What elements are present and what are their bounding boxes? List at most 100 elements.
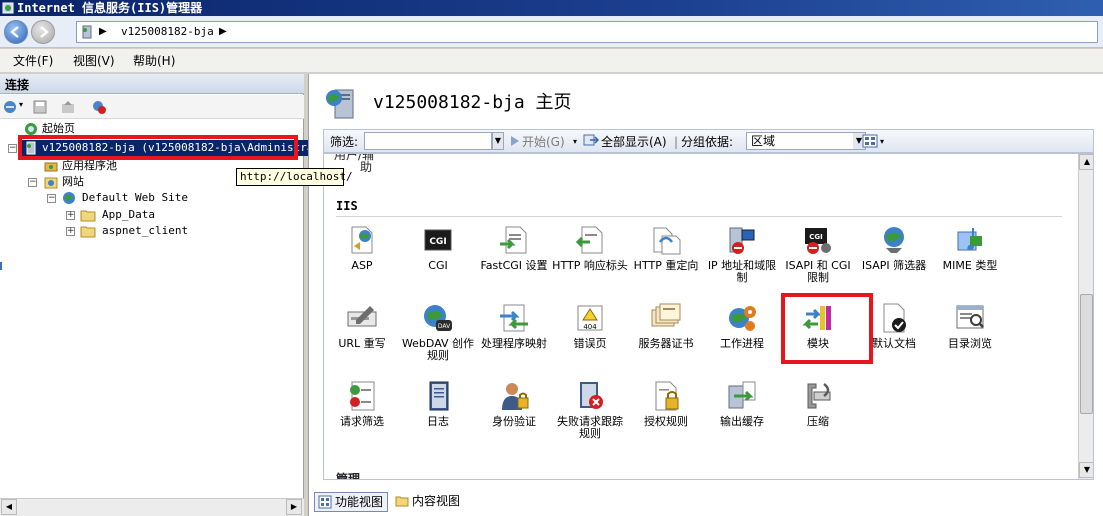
server-icon [82, 25, 92, 39]
chevron-down-icon[interactable]: ▾ [573, 134, 577, 150]
http-response-headers-icon [575, 226, 603, 254]
scroll-right-button[interactable]: ▶ [286, 499, 302, 515]
tree-default-web-site-label: Default Web Site [82, 191, 188, 204]
tree-expander-sites[interactable]: − [28, 178, 37, 187]
menu-help[interactable]: 帮助(H) [133, 53, 175, 69]
feature-label: MIME 类型 [942, 259, 998, 272]
arrow-right-icon [40, 26, 49, 38]
feature-error-pages[interactable]: 404 错误页 [552, 302, 628, 376]
folder-icon [80, 226, 96, 238]
next-section-header-fragment: 管理 [336, 472, 361, 480]
group-by-select[interactable]: 区域 ▼ [746, 132, 866, 150]
feature-output-caching[interactable]: 输出缓存 [704, 380, 780, 454]
feature-ip-domain-restrictions[interactable]: IP 地址和域限制 [704, 224, 780, 298]
scroll-up-button[interactable]: ▲ [1079, 154, 1093, 170]
breadcrumb-separator-icon[interactable]: ▶ [219, 25, 227, 39]
feature-http-response-headers[interactable]: HTTP 响应标头 [552, 224, 628, 298]
feature-fastcgi[interactable]: FastCGI 设置 [476, 224, 552, 298]
menu-bar: 文件(F) 视图(V) 帮助(H) [0, 49, 1103, 73]
chevron-down-icon[interactable]: ▾ [880, 134, 884, 150]
feature-label: URL 重写 [338, 337, 386, 350]
connect-icon[interactable] [3, 99, 19, 115]
http-redirect-icon [653, 227, 681, 255]
filter-toolbar: 筛选: ▼ 开始(G) ▾ 全部显示(A) | 分组依据: 区域 ▼ ▾ [323, 129, 1094, 153]
worker-processes-icon [729, 306, 756, 331]
feature-label: CGI [428, 259, 448, 272]
window-title: Internet 信息服务(IIS)管理器 [17, 1, 203, 15]
tree-expander-server[interactable]: − [8, 144, 17, 153]
back-button[interactable] [4, 20, 28, 44]
features-view-icon [318, 495, 332, 509]
mime-types-icon [957, 228, 982, 251]
feature-label: 压缩 [807, 415, 829, 428]
feature-label: IP 地址和域限制 [707, 259, 777, 284]
features-view: 用户/辅 助 IIS ASP CGI CGI FastCGI 设置 HTTP 响… [323, 153, 1094, 480]
feature-label: 服务器证书 [638, 337, 694, 350]
section-divider [336, 216, 1062, 217]
feature-label: 失败请求跟踪规则 [557, 415, 623, 440]
feature-request-filtering[interactable]: 请求筛选 [324, 380, 400, 454]
app-pools-icon [44, 162, 58, 172]
sites-folder-icon [44, 177, 58, 189]
breadcrumb-separator-icon[interactable]: ▶ [99, 25, 107, 39]
view-mode-icon[interactable] [862, 134, 878, 148]
localhost-tooltip: http://localhost/ [236, 168, 353, 186]
feature-label: 目录浏览 [948, 337, 992, 350]
tree-expander-default-site[interactable]: − [47, 194, 56, 203]
feature-mime-types[interactable]: MIME 类型 [932, 224, 1008, 298]
feature-authentication[interactable]: 身份验证 [476, 380, 552, 454]
server-home-icon [326, 89, 354, 119]
tab-features-view[interactable]: 功能视图 [314, 492, 389, 512]
feature-compression[interactable]: 压缩 [780, 380, 856, 454]
feature-worker-processes[interactable]: 工作进程 [704, 302, 780, 376]
scroll-down-button[interactable]: ▼ [1079, 462, 1093, 478]
feature-label: 工作进程 [720, 337, 764, 350]
splitter-marker [0, 262, 2, 270]
feature-label: ASP [351, 259, 373, 272]
show-all-button[interactable]: 全部显示(A) [601, 134, 667, 150]
feature-handler-mappings[interactable]: 处理程序映射 [476, 302, 552, 376]
default-document-icon [883, 303, 906, 333]
address-box[interactable]: ▶ v125008182-bja ▶ [76, 21, 1098, 43]
start-button[interactable]: 开始(G) [522, 134, 565, 150]
tree-app-pools-label: 应用程序池 [62, 159, 117, 172]
feature-authorization-rules[interactable]: 授权规则 [628, 380, 704, 454]
feature-logging[interactable]: 日志 [400, 380, 476, 454]
filter-label: 筛选: [330, 135, 359, 149]
tree-expander-aspnet-client[interactable]: + [66, 227, 75, 236]
feature-failed-request-tracing[interactable]: 失败请求跟踪规则 [552, 380, 628, 454]
feature-label: 授权规则 [644, 415, 688, 428]
scroll-left-button[interactable]: ◀ [1, 499, 17, 515]
tree-expander-app-data[interactable]: + [66, 211, 75, 220]
connections-horizontal-scrollbar[interactable]: ◀ ▶ [0, 498, 304, 516]
start-page-icon [25, 123, 37, 135]
feature-url-rewrite[interactable]: URL 重写 [324, 302, 400, 376]
filter-dropdown-button[interactable]: ▼ [492, 132, 504, 150]
feature-label: 错误页 [573, 337, 607, 350]
feature-server-certificates[interactable]: 服务器证书 [628, 302, 704, 376]
filter-input[interactable] [364, 132, 492, 150]
tab-content-view[interactable]: 内容视图 [392, 492, 464, 512]
feature-isapi-cgi-restrictions[interactable]: CGI ISAPI 和 CGI 限制 [780, 224, 856, 298]
chevron-down-icon[interactable]: ▾ [19, 100, 23, 109]
disconnect-icon[interactable] [91, 99, 107, 115]
toolbar-separator: | [674, 135, 679, 149]
feature-label: 处理程序映射 [481, 337, 547, 350]
menu-file[interactable]: 文件(F) [13, 53, 53, 69]
menu-view[interactable]: 视图(V) [73, 53, 115, 69]
save-icon[interactable] [32, 99, 48, 115]
compression-icon [807, 383, 831, 409]
scroll-thumb[interactable] [1080, 294, 1093, 414]
directory-browsing-icon [956, 305, 984, 329]
up-folder-icon[interactable] [60, 99, 76, 115]
feature-cgi[interactable]: CGI CGI [400, 224, 476, 298]
features-vertical-scrollbar[interactable]: ▲ ▼ [1078, 154, 1093, 479]
feature-isapi-filters[interactable]: ISAPI 筛选器 [856, 224, 932, 298]
feature-webdav[interactable]: DAV WebDAV 创作规则 [400, 302, 476, 376]
feature-directory-browsing[interactable]: 目录浏览 [932, 302, 1008, 376]
breadcrumb-server[interactable]: v125008182-bja [121, 25, 214, 39]
tab-features-view-label: 功能视图 [335, 495, 384, 509]
feature-http-redirect[interactable]: HTTP 重定向 [628, 224, 704, 298]
feature-asp[interactable]: ASP [324, 224, 400, 298]
forward-button[interactable] [31, 20, 55, 44]
